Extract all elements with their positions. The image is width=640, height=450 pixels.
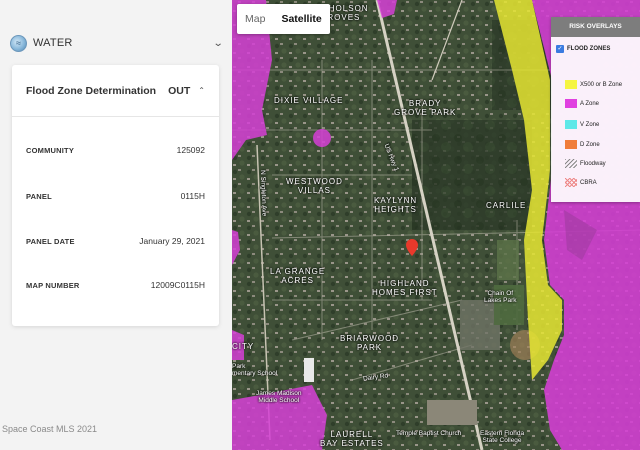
legend-item-v-zone: V Zone	[565, 120, 599, 129]
flood-zones-label: FLOOD ZONES	[567, 46, 611, 52]
cbra-swatch	[565, 178, 577, 187]
legend-label: CBRA	[580, 179, 597, 186]
flood-zone-card-header[interactable]: Flood Zone Determination OUT ⌃	[12, 65, 219, 117]
legend-label: Floodway	[580, 160, 606, 167]
row-key: COMMUNITY	[26, 145, 75, 155]
floodway-swatch	[565, 159, 577, 168]
property-panel: ≈ WATER ⌄ Flood Zone Determination OUT ⌃…	[0, 0, 232, 450]
x500-swatch	[565, 80, 577, 89]
map-type-toggle: Map Satellite	[237, 4, 330, 34]
flood-zones-toggle[interactable]: ✓ FLOOD ZONES	[551, 37, 640, 53]
row-key: PANEL	[26, 191, 52, 201]
location-pin-icon[interactable]	[406, 239, 418, 256]
legend-item-a-zone: A Zone	[565, 99, 599, 108]
map-label-laurell-bay-estates: LAURELL BAY ESTATES	[320, 430, 384, 448]
map-label-park-elementary: Park mentary School	[232, 363, 278, 378]
panel-date-row: PANEL DATE January 29, 2021	[26, 236, 205, 246]
map-label-temple-baptist: Temple Baptist Church	[396, 430, 462, 437]
satellite-view-button[interactable]: Satellite	[273, 4, 329, 34]
map-label-westwood-villas: WESTWOOD VILLAS	[286, 177, 343, 195]
map-label-la-grange-acres: LA GRANGE ACRES	[270, 267, 326, 285]
section-title: WATER	[33, 37, 73, 49]
map-label-city: CITY	[232, 342, 255, 351]
row-value: 12009C0115H	[150, 280, 205, 290]
map-label-carlile: CARLILE	[486, 201, 527, 210]
map-label-brady-grove-park: BRADY GROVE PARK	[394, 99, 457, 117]
map-label-dixie-village: DIXIE VILLAGE	[274, 96, 344, 105]
map-label-eastern-florida: Eastern Florida State College	[480, 430, 525, 445]
legend-item-floodway: Floodway	[565, 159, 606, 168]
community-row: COMMUNITY 125092	[26, 145, 205, 155]
risk-overlays-panel: RISK OVERLAYS ✓ FLOOD ZONES X500 or B Zo…	[551, 17, 640, 202]
chevron-down-icon[interactable]: ⌄	[212, 38, 223, 49]
map-view-button[interactable]: Map	[237, 4, 273, 34]
legend-label: V Zone	[580, 121, 600, 128]
row-value: January 29, 2021	[139, 236, 205, 246]
a-zone-swatch	[565, 99, 577, 108]
chevron-up-icon[interactable]: ⌃	[198, 86, 205, 95]
row-value: 125092	[176, 145, 205, 155]
legend-label: D Zone	[580, 141, 600, 148]
d-zone-swatch	[565, 140, 577, 149]
card-title: Flood Zone Determination	[26, 84, 157, 97]
checkbox-checked-icon[interactable]: ✓	[556, 45, 564, 53]
map-label-james-madison: James Madison Middle School	[256, 390, 302, 405]
row-key: PANEL DATE	[26, 236, 75, 246]
legend-label: X500 or B Zone	[580, 81, 623, 88]
risk-overlays-title: RISK OVERLAYS	[551, 17, 640, 37]
map-number-row: MAP NUMBER 12009C0115H	[26, 280, 205, 290]
map-label-chain-of-lakes: Chain Of Lakes Park	[484, 290, 517, 305]
legend-item-d-zone: D Zone	[565, 140, 600, 149]
water-icon: ≈	[10, 34, 27, 52]
map-label-kaylynn-heights: KAYLYNN HEIGHTS	[374, 196, 418, 214]
copyright-footer: Space Coast MLS 2021	[2, 424, 98, 434]
row-value: 0115H	[180, 191, 205, 201]
legend-item-x500: X500 or B Zone	[565, 80, 622, 89]
flood-zone-card: Flood Zone Determination OUT ⌃ COMMUNITY…	[12, 65, 219, 326]
flood-status: OUT	[168, 84, 191, 97]
map-label-highland-homes-first: HIGHLAND HOMES FIRST	[372, 279, 438, 297]
v-zone-swatch	[565, 120, 577, 129]
row-key: MAP NUMBER	[26, 280, 80, 290]
water-section-header[interactable]: ≈ WATER ⌄	[10, 31, 223, 55]
panel-row: PANEL 0115H	[26, 191, 205, 201]
map-label-briarwood-park: BRIARWOOD PARK	[340, 334, 400, 352]
legend-item-cbra: CBRA	[565, 178, 597, 187]
legend-label: A Zone	[580, 100, 600, 107]
